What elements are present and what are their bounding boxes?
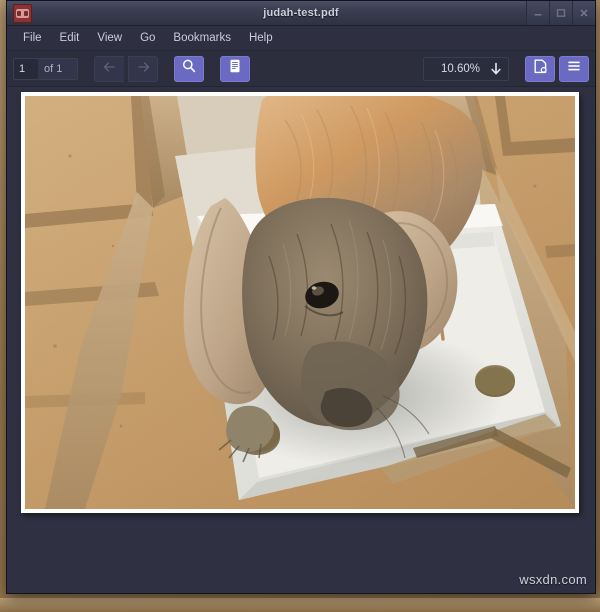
window-controls [526,1,595,25]
sidebar-document-icon [227,58,243,79]
search-icon [181,58,197,79]
hamburger-menu-icon [566,59,582,78]
page-setup-button[interactable] [525,55,555,82]
menu-item-help[interactable]: Help [241,29,281,47]
next-page-button[interactable] [128,55,158,82]
menu-item-go[interactable]: Go [132,29,163,47]
find-button[interactable] [174,55,204,82]
window-title: judah-test.pdf [263,7,339,19]
page-number-input[interactable]: 1 [13,57,39,80]
close-icon[interactable] [572,1,595,25]
page-properties-gear-icon [532,58,549,80]
maximize-icon[interactable] [549,1,572,25]
title-bar[interactable]: judah-test.pdf [7,1,595,26]
rabbit-photo-illustration [25,96,575,509]
minimize-icon[interactable] [526,1,549,25]
atril-glasses-icon [13,3,32,23]
zoom-selector[interactable]: 10.60% [423,56,509,81]
menu-item-file[interactable]: File [15,29,50,47]
toolbar: 1 of 1 10.60% [7,51,595,87]
menu-item-bookmarks[interactable]: Bookmarks [165,29,239,47]
arrow-right-icon [136,60,151,78]
menu-item-view[interactable]: View [89,29,130,47]
menu-bar: File Edit View Go Bookmarks Help [7,26,595,51]
zoom-level-value: 10.60% [440,62,480,75]
arrow-left-icon [102,60,117,78]
page-total-label: of 1 [38,57,78,80]
previous-page-button[interactable] [94,55,124,82]
application-window: judah-test.pdf File Edit View Go Bookmar… [6,0,596,594]
document-view[interactable] [7,87,595,593]
sidebar-toggle-button[interactable] [220,55,250,82]
main-menu-button[interactable] [559,55,589,82]
site-watermark: wsxdn.com [519,572,587,587]
page-photo [25,96,575,509]
menu-item-edit[interactable]: Edit [52,29,88,47]
pdf-page [21,92,579,513]
arrow-down-icon[interactable] [490,62,502,76]
